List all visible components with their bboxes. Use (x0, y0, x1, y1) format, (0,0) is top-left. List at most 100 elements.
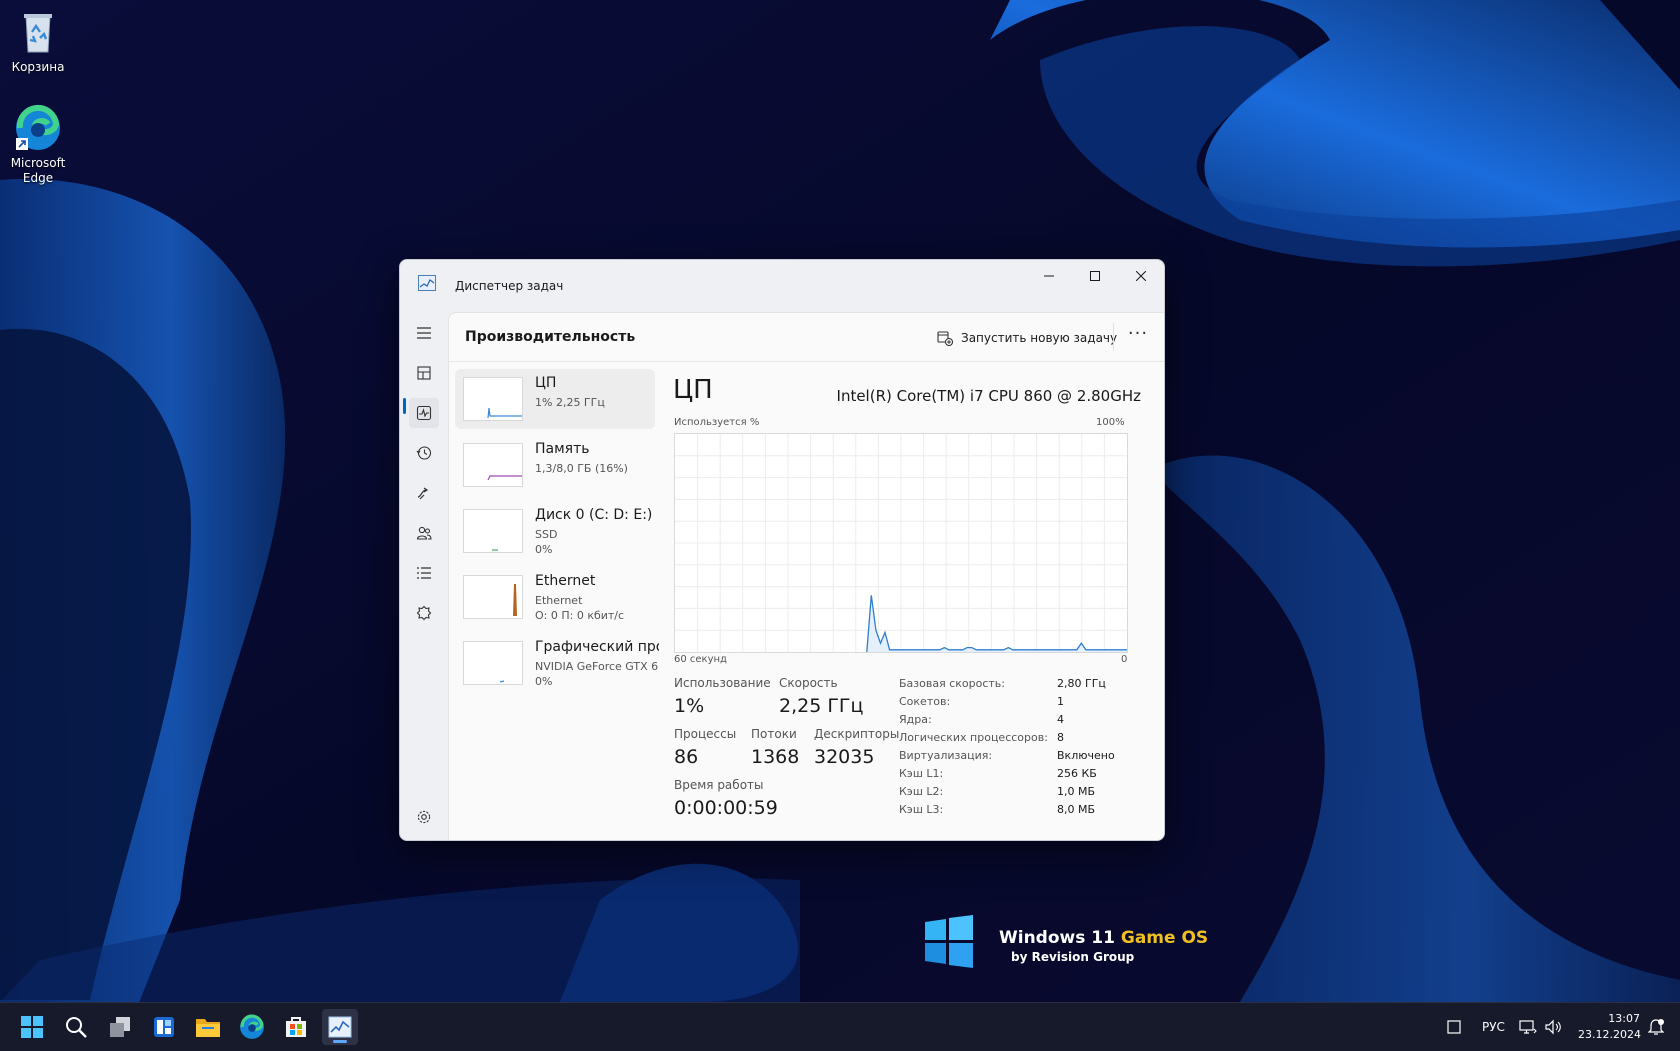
spec-value: 8 (1057, 731, 1064, 744)
speed-value: 2,25 ГГц (779, 695, 864, 717)
run-new-task-button[interactable]: Запустить новую задачу (937, 327, 1117, 349)
device-thumbnail-graph (463, 443, 523, 487)
cpu-usage-area (866, 595, 1127, 652)
show-hidden-icons-button[interactable] (1438, 1009, 1470, 1045)
task-view-button[interactable] (102, 1009, 138, 1045)
device-sparkline-path (487, 407, 522, 419)
history-icon (416, 446, 432, 460)
device-detail-line: О: 0 П: 0 кбит/с (535, 609, 625, 622)
task-manager-icon (328, 1016, 352, 1038)
search-button[interactable] (58, 1009, 94, 1045)
usage-value: 1% (674, 695, 705, 717)
task-view-icon (110, 1017, 130, 1037)
more-options-button[interactable]: ··· (1125, 325, 1151, 349)
title-bar[interactable]: Диспетчер задач (400, 260, 1164, 312)
brand-subtitle: by Revision Group (1011, 950, 1135, 964)
spec-value: 8,0 МБ (1057, 803, 1096, 816)
device-item[interactable]: Память 1,3/8,0 ГБ (16%) (455, 435, 655, 495)
device-name: Диск 0 (C: D: E:) (535, 507, 653, 523)
device-detail-line: Ethernet (535, 594, 583, 607)
nav-settings[interactable] (409, 802, 439, 832)
spec-value: 256 КБ (1057, 767, 1097, 780)
nav-performance[interactable] (409, 398, 439, 428)
nav-rail (400, 312, 448, 840)
device-sparkline (487, 407, 522, 419)
run-task-icon (937, 331, 953, 346)
cpu-detail-panel: ЦП Intel(R) Core(TM) i7 CPU 860 @ 2.80GH… (671, 373, 1151, 833)
desktop-icon-recycle-bin[interactable]: Корзина (0, 8, 76, 75)
close-icon (1136, 271, 1146, 281)
minimize-button[interactable] (1026, 260, 1072, 292)
device-sparkline-path (487, 475, 522, 481)
nav-startup-apps[interactable] (409, 478, 439, 508)
device-detail-line: 0% (535, 543, 553, 556)
threads-value: 1368 (751, 746, 800, 768)
page-header: Производительность Запустить новую задач… (449, 313, 1164, 362)
device-item[interactable]: Графический про NVIDIA GeForce GTX 660 0% (455, 633, 659, 693)
handles-value: 32035 (814, 746, 875, 768)
brand-title-white: Windows 11 (999, 928, 1121, 948)
cpu-heading: ЦП (673, 375, 713, 405)
nav-app-history[interactable] (409, 438, 439, 468)
recycle-bin-icon (14, 8, 62, 56)
bell-icon (1648, 1019, 1664, 1035)
nav-selection-indicator (403, 398, 406, 414)
device-detail-line: 0% (535, 675, 553, 688)
widgets-icon (154, 1017, 174, 1037)
nav-users[interactable] (409, 518, 439, 548)
device-detail-line: 1% 2,25 ГГц (535, 396, 605, 409)
uptime-label: Время работы (674, 778, 764, 792)
graph-label-usage: Используется % (674, 417, 760, 428)
edge-button[interactable] (234, 1009, 270, 1045)
store-button[interactable] (278, 1009, 314, 1045)
brand-title-gold: Game OS (1120, 928, 1209, 948)
nav-services[interactable] (409, 598, 439, 628)
widgets-button[interactable] (146, 1009, 182, 1045)
spec-key: Кэш L3: (899, 803, 944, 816)
nav-details[interactable] (409, 558, 439, 588)
hamburger-menu-button[interactable] (409, 318, 439, 348)
device-thumbnail-graph (463, 641, 523, 685)
usage-label: Использование (674, 676, 771, 690)
close-button[interactable] (1118, 260, 1164, 292)
desktop-icon-edge[interactable]: Microsoft Edge (0, 104, 76, 186)
device-name: Ethernet (535, 573, 596, 589)
processes-label: Процессы (674, 727, 737, 741)
file-explorer-button[interactable] (190, 1009, 226, 1045)
hamburger-icon (417, 327, 431, 339)
clock[interactable]: 13:07 23.12.2024 (1578, 1011, 1641, 1043)
input-language[interactable]: РУС (1482, 1020, 1505, 1034)
spec-value: Включено (1057, 749, 1115, 762)
details-icon (417, 567, 431, 579)
device-sparkline-path (499, 680, 505, 683)
spec-value: 1,0 МБ (1057, 785, 1096, 798)
maximize-button[interactable] (1072, 260, 1118, 292)
volume-icon (1545, 1019, 1561, 1035)
speed-label: Скорость (779, 676, 838, 690)
device-sparkline-path (513, 583, 517, 617)
device-item[interactable]: ЦП 1% 2,25 ГГц (455, 369, 655, 429)
spec-key: Сокетов: (899, 695, 951, 708)
spec-key: Кэш L1: (899, 767, 944, 780)
device-name: ЦП (535, 375, 557, 391)
volume-button[interactable] (1538, 1009, 1570, 1045)
device-name: Память (535, 441, 590, 457)
device-thumbnail-graph (463, 377, 523, 421)
spec-key: Базовая скорость: (899, 677, 1005, 690)
graph-label-max: 100% (1096, 417, 1125, 428)
file-explorer-icon (196, 1019, 220, 1037)
edge-icon (240, 1014, 264, 1039)
task-manager-taskbar-button[interactable] (322, 1009, 358, 1045)
run-task-label: Запустить новую задачу (961, 331, 1118, 345)
device-item[interactable]: Диск 0 (C: D: E:) SSD 0% (455, 501, 655, 561)
device-thumbnail-graph (463, 509, 523, 553)
start-button[interactable] (14, 1009, 50, 1045)
device-detail-line: SSD (535, 528, 558, 541)
notification-center-button[interactable] (1640, 1009, 1672, 1045)
graph-label-time: 60 секунд (674, 654, 727, 665)
device-item[interactable]: Ethernet Ethernet О: 0 П: 0 кбит/с (455, 567, 655, 627)
edge-icon (14, 104, 62, 152)
nav-processes[interactable] (409, 358, 439, 388)
spec-key: Логических процессоров: (899, 731, 1048, 744)
header-divider (1113, 323, 1114, 351)
